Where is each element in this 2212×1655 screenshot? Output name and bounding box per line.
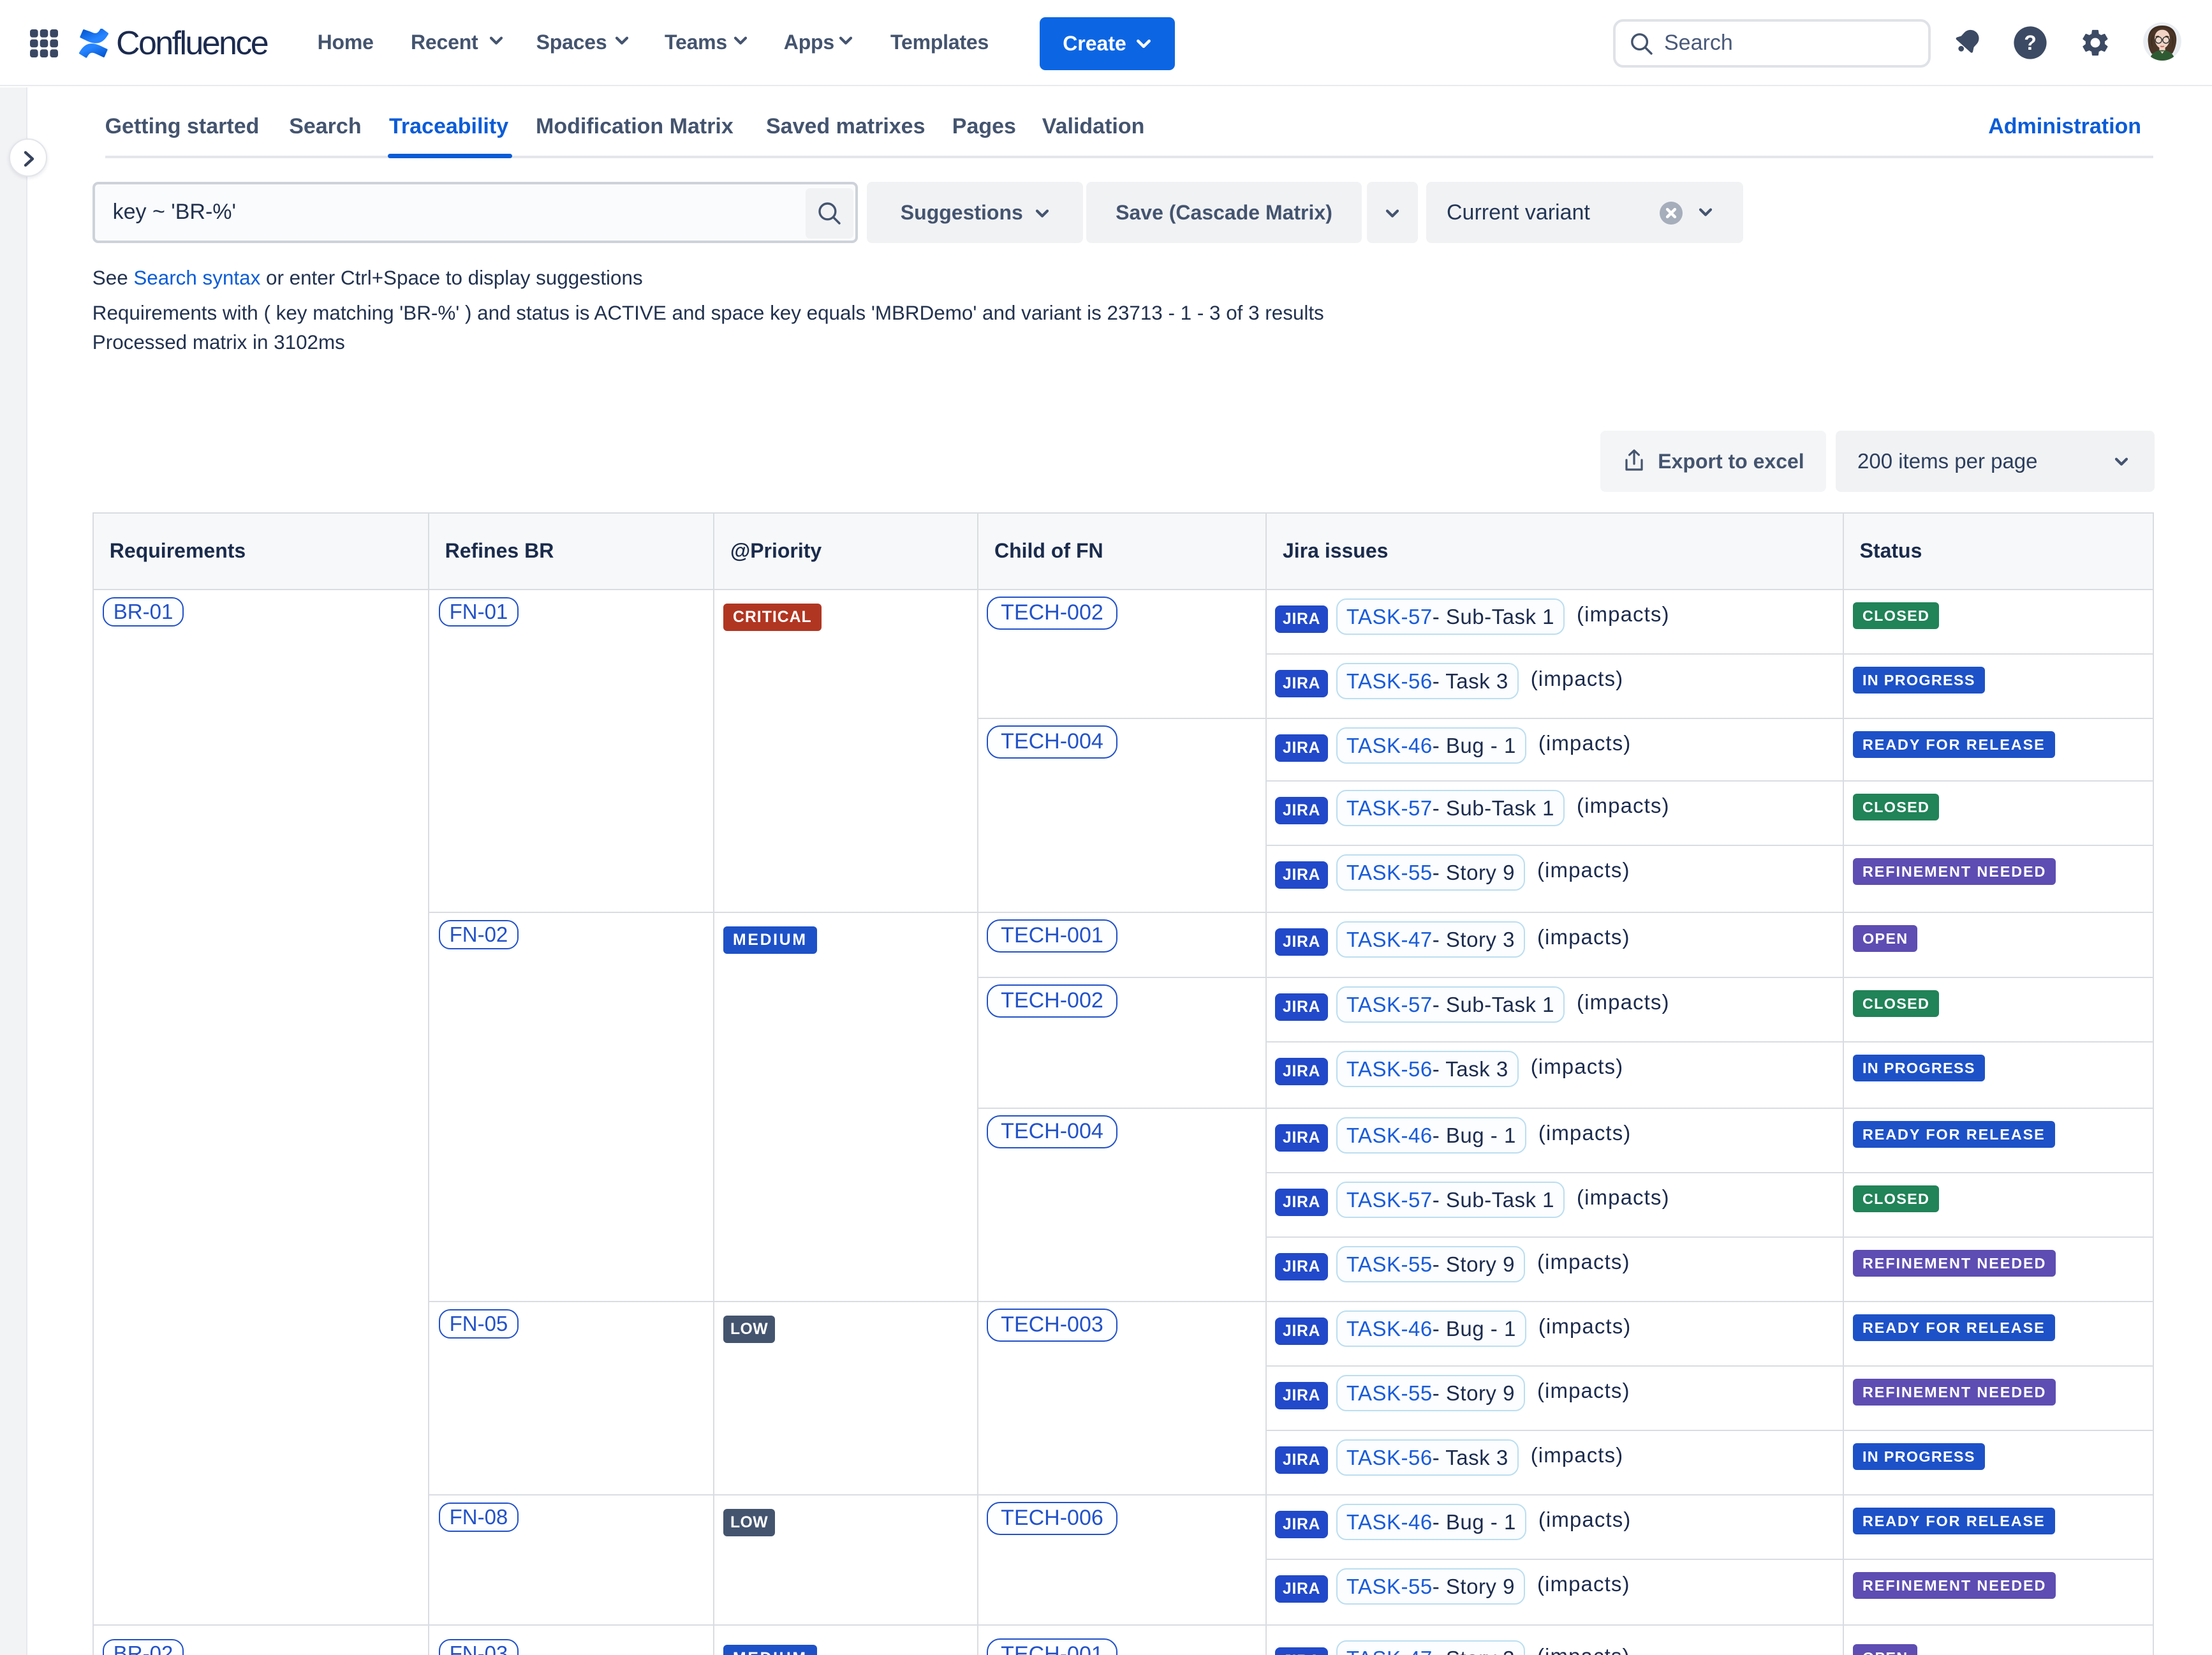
- svg-text:?: ?: [2024, 31, 2037, 54]
